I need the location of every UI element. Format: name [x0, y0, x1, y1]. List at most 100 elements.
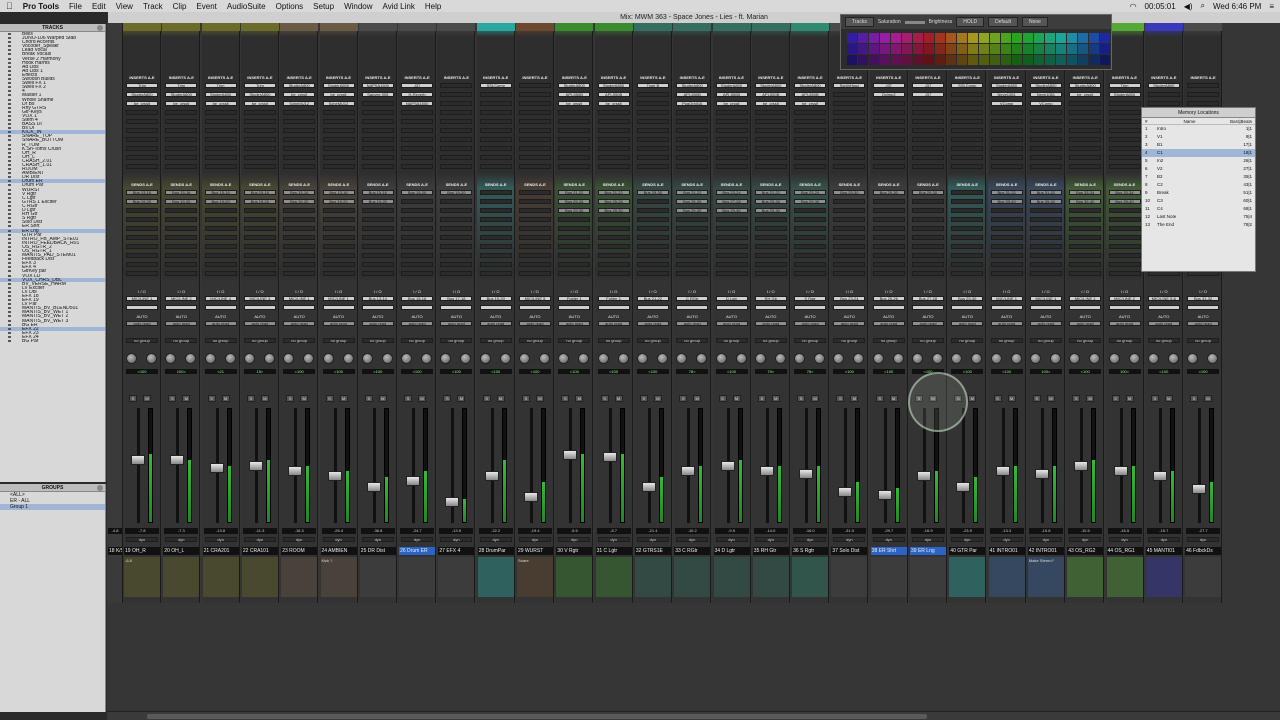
insert-slot[interactable] [872, 164, 905, 169]
solo-button[interactable]: S [1150, 395, 1159, 402]
color-swatch[interactable] [946, 55, 956, 65]
solo-button[interactable]: S [757, 395, 766, 402]
insert-slot[interactable] [833, 137, 866, 142]
send-slot[interactable] [636, 235, 669, 240]
solo-button[interactable]: S [404, 395, 413, 402]
input-selector[interactable]: Bus 29-30 [951, 296, 984, 301]
send-slot[interactable] [833, 262, 866, 267]
track-visibility-icon[interactable] [8, 282, 11, 285]
send-slot[interactable]: Bus 29-30 [872, 190, 905, 195]
send-slot[interactable] [165, 226, 198, 231]
volume-fader[interactable] [327, 471, 342, 481]
send-slot[interactable] [204, 235, 237, 240]
memory-location-row[interactable]: 3 B1 17|1 [1142, 141, 1255, 149]
send-slot[interactable]: Bus 13-16 [126, 190, 158, 195]
insert-slot[interactable] [676, 146, 709, 151]
color-swatch[interactable] [869, 33, 879, 43]
send-slot[interactable] [1029, 253, 1062, 258]
pan-knob-left[interactable] [1029, 353, 1041, 364]
solo-button[interactable]: S [993, 395, 1002, 402]
input-selector[interactable]: Bus 23-24 [833, 296, 866, 301]
saturation-slider[interactable] [904, 20, 925, 24]
pan-knob-left[interactable] [715, 353, 727, 364]
solo-button[interactable]: S [246, 395, 255, 402]
pan-knob-right[interactable] [1089, 353, 1101, 364]
track-visibility-icon[interactable] [8, 319, 11, 322]
volume-fader[interactable] [563, 450, 578, 460]
insert-slot[interactable] [636, 146, 669, 151]
insert-slot[interactable] [401, 119, 434, 124]
send-slot[interactable] [636, 271, 669, 276]
insert-slot[interactable] [676, 137, 709, 142]
insert-slot[interactable] [322, 164, 355, 169]
track-visibility-icon[interactable] [8, 249, 11, 252]
send-slot[interactable] [715, 235, 748, 240]
send-slot[interactable] [1029, 271, 1062, 276]
insert-slot[interactable] [636, 128, 669, 133]
color-swatch[interactable] [1034, 44, 1044, 54]
color-swatch[interactable] [990, 44, 1000, 54]
pan-knob-right[interactable] [656, 353, 668, 364]
insert-slot[interactable] [479, 92, 512, 97]
send-slot[interactable] [990, 244, 1023, 249]
insert-slot[interactable] [440, 110, 473, 115]
send-slot[interactable] [361, 271, 394, 276]
color-swatch[interactable] [1023, 33, 1033, 43]
insert-slot[interactable] [204, 146, 237, 151]
track-name[interactable]: 32 GTRS1E [634, 547, 671, 555]
send-slot[interactable] [479, 208, 512, 213]
send-slot[interactable] [322, 271, 355, 276]
track-visibility-icon[interactable] [8, 286, 11, 289]
horizontal-scrollbar[interactable] [107, 711, 1280, 720]
pan-knob-right[interactable] [1049, 353, 1061, 364]
color-swatch[interactable] [891, 44, 901, 54]
output-selector[interactable] [283, 305, 316, 310]
track-visibility-icon[interactable] [8, 53, 11, 56]
output-selector[interactable] [676, 305, 709, 310]
pan-knob-left[interactable] [558, 353, 570, 364]
menu-event[interactable]: Event [196, 2, 216, 11]
insert-slot[interactable] [990, 155, 1023, 160]
send-slot[interactable]: Bus 19-20 [283, 199, 316, 204]
group-select[interactable]: no group [872, 338, 905, 343]
group-list-item[interactable]: Group 1 [0, 504, 105, 510]
color-swatch[interactable] [869, 55, 879, 65]
send-slot[interactable] [479, 262, 512, 267]
dyn-button[interactable]: dyn [361, 537, 394, 542]
send-slot[interactable] [126, 244, 158, 249]
dyn-button[interactable]: dyn [243, 537, 276, 542]
track-visibility-icon[interactable] [8, 135, 11, 138]
send-slot[interactable] [833, 253, 866, 258]
insert-slot[interactable] [243, 164, 276, 169]
send-slot[interactable] [636, 217, 669, 222]
menu-edit[interactable]: Edit [92, 2, 106, 11]
input-selector[interactable]: MIC/LINE 3 [243, 296, 276, 301]
track-visibility-icon[interactable] [8, 164, 11, 166]
send-slot[interactable] [951, 190, 984, 195]
insert-slot[interactable] [872, 101, 905, 106]
send-slot[interactable] [558, 262, 591, 267]
track-visibility-icon[interactable] [8, 225, 11, 228]
insert-slot[interactable] [243, 146, 276, 151]
dyn-button[interactable]: dyn [165, 537, 198, 542]
send-slot[interactable] [322, 262, 355, 267]
send-slot[interactable] [479, 244, 512, 249]
send-slot[interactable] [1069, 235, 1102, 240]
group-select[interactable]: no group [597, 338, 630, 343]
group-select[interactable]: no group [558, 338, 591, 343]
scroll-thumb[interactable] [147, 714, 927, 719]
output-selector[interactable] [597, 305, 630, 310]
send-slot[interactable] [165, 217, 198, 222]
insert-slot[interactable]: NAPSA1500 [401, 101, 434, 106]
mute-button[interactable]: M [182, 395, 191, 402]
mute-button[interactable]: M [221, 395, 230, 402]
send-slot[interactable]: Bus 31-32 [990, 190, 1023, 195]
track-name[interactable]: 29 WURST [517, 547, 553, 555]
color-swatch[interactable] [1067, 55, 1077, 65]
send-slot[interactable] [440, 199, 473, 204]
insert-slot[interactable] [440, 155, 473, 160]
memory-location-row[interactable]: 7 B2 35|1 [1142, 173, 1255, 181]
volume-fader[interactable] [1152, 471, 1167, 481]
pan-knob-right[interactable] [892, 353, 904, 364]
insert-slot[interactable] [951, 101, 984, 106]
